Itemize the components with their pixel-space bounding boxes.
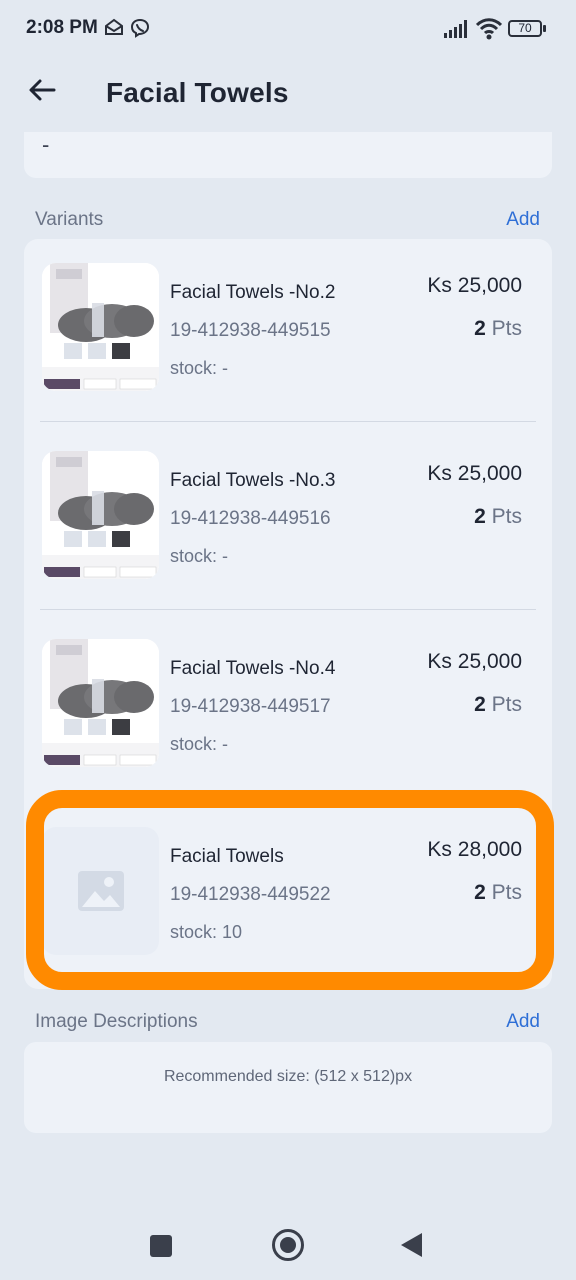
variant-price: Ks 28,000 bbox=[427, 838, 522, 861]
add-image-description-button[interactable]: Add bbox=[506, 1011, 540, 1033]
variant-stock: stock: - bbox=[170, 734, 229, 754]
wifi-icon bbox=[475, 18, 503, 45]
previous-section-card: - bbox=[24, 132, 552, 178]
app-bar: Facial Towels bbox=[0, 60, 576, 130]
add-variant-button[interactable]: Add bbox=[506, 209, 540, 231]
variant-points: 2 Pts bbox=[474, 317, 522, 341]
recommended-size-hint: Recommended size: (512 x 512)px bbox=[163, 1068, 413, 1085]
mail-icon bbox=[104, 18, 124, 41]
variant-sku: 19-412938-449517 bbox=[170, 696, 331, 717]
battery-level: 70 bbox=[508, 20, 542, 37]
variant-price: Ks 25,000 bbox=[427, 462, 522, 485]
points-value: 2 bbox=[474, 881, 486, 904]
points-value: 2 bbox=[474, 693, 486, 716]
variant-points: 2 Pts bbox=[474, 881, 522, 905]
variant-row[interactable]: Facial Towels -No.3 19-412938-449516 sto… bbox=[24, 427, 552, 615]
points-unit: Pts bbox=[491, 881, 522, 904]
variant-image bbox=[42, 451, 159, 579]
variant-name: Facial Towels -No.3 bbox=[170, 470, 336, 491]
variants-header: Variants Add bbox=[0, 209, 576, 239]
points-unit: Pts bbox=[491, 317, 522, 340]
battery-icon: 70 bbox=[508, 20, 546, 37]
variant-sku: 19-412938-449516 bbox=[170, 508, 331, 529]
variant-name: Facial Towels -No.4 bbox=[170, 658, 336, 679]
variant-sku: 19-412938-449515 bbox=[170, 320, 331, 341]
image-placeholder-icon bbox=[78, 871, 124, 916]
variant-stock: stock: - bbox=[170, 358, 229, 378]
variant-sku: 19-412938-449522 bbox=[170, 884, 331, 905]
status-time: 2:08 PM bbox=[26, 17, 98, 38]
variant-row[interactable]: Facial Towels -No.4 19-412938-449517 sto… bbox=[24, 615, 552, 803]
back-button[interactable] bbox=[22, 72, 62, 112]
points-unit: Pts bbox=[491, 693, 522, 716]
divider bbox=[40, 421, 536, 422]
variant-image bbox=[42, 263, 159, 391]
variant-stock: stock: 10 bbox=[170, 922, 243, 942]
image-descriptions-header: Image Descriptions Add bbox=[0, 1011, 576, 1041]
variant-points: 2 Pts bbox=[474, 693, 522, 717]
variant-stock: stock: - bbox=[170, 546, 229, 566]
variant-image bbox=[42, 639, 159, 767]
variant-price: Ks 25,000 bbox=[427, 650, 522, 673]
points-value: 2 bbox=[474, 317, 486, 340]
image-descriptions-card[interactable]: Recommended size: (512 x 512)px bbox=[24, 1042, 552, 1133]
image-descriptions-label: Image Descriptions bbox=[35, 1011, 198, 1032]
home-icon bbox=[280, 1237, 296, 1253]
points-unit: Pts bbox=[491, 505, 522, 528]
variant-price: Ks 25,000 bbox=[427, 274, 522, 297]
points-value: 2 bbox=[474, 505, 486, 528]
home-button[interactable] bbox=[272, 1229, 304, 1261]
variant-name: Facial Towels bbox=[170, 846, 284, 867]
variant-row[interactable]: Facial Towels -No.2 19-412938-449515 sto… bbox=[24, 239, 552, 427]
variant-points: 2 Pts bbox=[474, 505, 522, 529]
recents-button[interactable] bbox=[150, 1235, 172, 1257]
system-back-button[interactable] bbox=[401, 1233, 422, 1257]
variant-row[interactable]: Facial Towels 19-412938-449522 stock: 10… bbox=[24, 803, 552, 991]
variants-list: Facial Towels -No.2 19-412938-449515 sto… bbox=[24, 239, 552, 989]
viber-icon bbox=[130, 18, 150, 43]
screen: 2:08 PM 70 Facial Towels - Variants Add … bbox=[0, 0, 576, 1280]
status-bar: 2:08 PM 70 bbox=[0, 0, 576, 56]
page-title: Facial Towels bbox=[106, 77, 289, 108]
previous-section-value: - bbox=[42, 132, 50, 157]
arrow-left-icon bbox=[28, 78, 56, 107]
variant-image bbox=[42, 827, 159, 955]
system-nav-bar bbox=[0, 1200, 576, 1280]
divider bbox=[40, 609, 536, 610]
signal-icon bbox=[444, 20, 470, 43]
variants-label: Variants bbox=[35, 209, 104, 230]
variant-name: Facial Towels -No.2 bbox=[170, 282, 336, 303]
battery-tip bbox=[543, 25, 546, 32]
